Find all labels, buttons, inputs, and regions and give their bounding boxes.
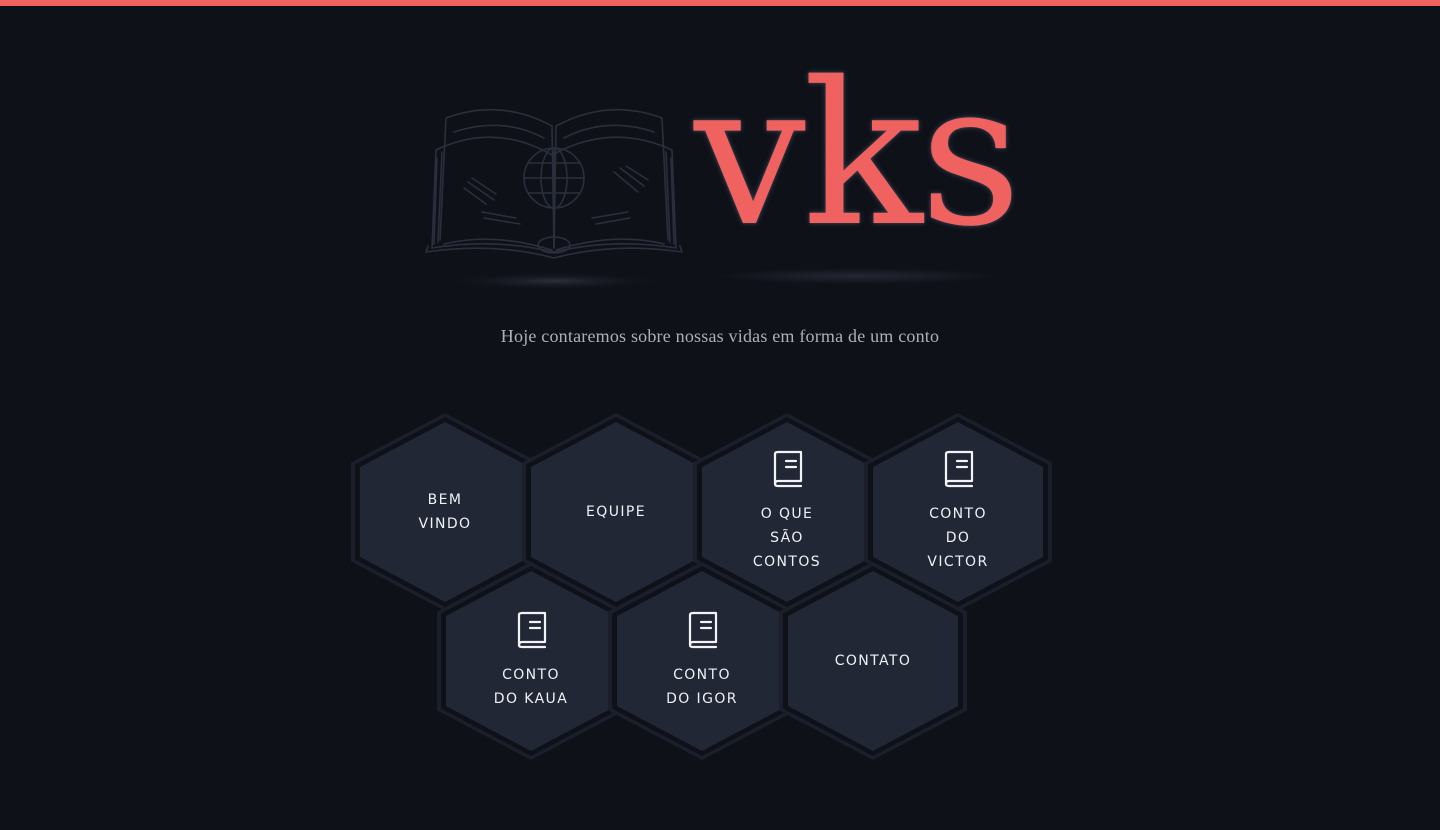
hex-label-line: CONTO (673, 667, 731, 683)
hex-label-line: O QUE (760, 506, 814, 522)
hex-navigation: BEM VINDO EQUIPE O QUE SÃO CONTOS CONTO DO VICTO… (0, 0, 1440, 830)
hex-content: CONTO DO IGOR (608, 562, 796, 760)
hex-label-line: VINDO (418, 516, 472, 532)
hex-label: EQUIPE (556, 500, 676, 524)
hex-label-line: CONTO (929, 506, 987, 522)
hex-label-line: BEM (427, 492, 463, 508)
hex-label-line: DO IGOR (666, 691, 738, 707)
hex-label-line: CONTO (502, 667, 560, 683)
nav-hex-conto-do-kaua[interactable]: CONTO DO KAUA (437, 562, 625, 760)
hex-label-line: DO (945, 530, 971, 546)
book-icon (514, 611, 548, 649)
hex-content: CONTATO (779, 562, 967, 760)
hex-content: CONTO DO KAUA (437, 562, 625, 760)
hex-label-line: DO KAUA (493, 691, 569, 707)
hex-label-line: CONTATO (834, 653, 912, 669)
nav-hex-conto-do-igor[interactable]: CONTO DO IGOR (608, 562, 796, 760)
hex-label: BEM VINDO (385, 488, 505, 536)
hex-label-line: EQUIPE (586, 504, 646, 520)
hex-label: CONTO DO KAUA (471, 663, 591, 711)
nav-hex-contato[interactable]: CONTATO (779, 562, 967, 760)
hex-label-line: SÃO (770, 530, 804, 546)
hex-label: CONTATO (813, 649, 933, 673)
book-icon (685, 611, 719, 649)
book-icon (941, 450, 975, 488)
book-icon (770, 450, 804, 488)
hex-label: CONTO DO IGOR (642, 663, 762, 711)
